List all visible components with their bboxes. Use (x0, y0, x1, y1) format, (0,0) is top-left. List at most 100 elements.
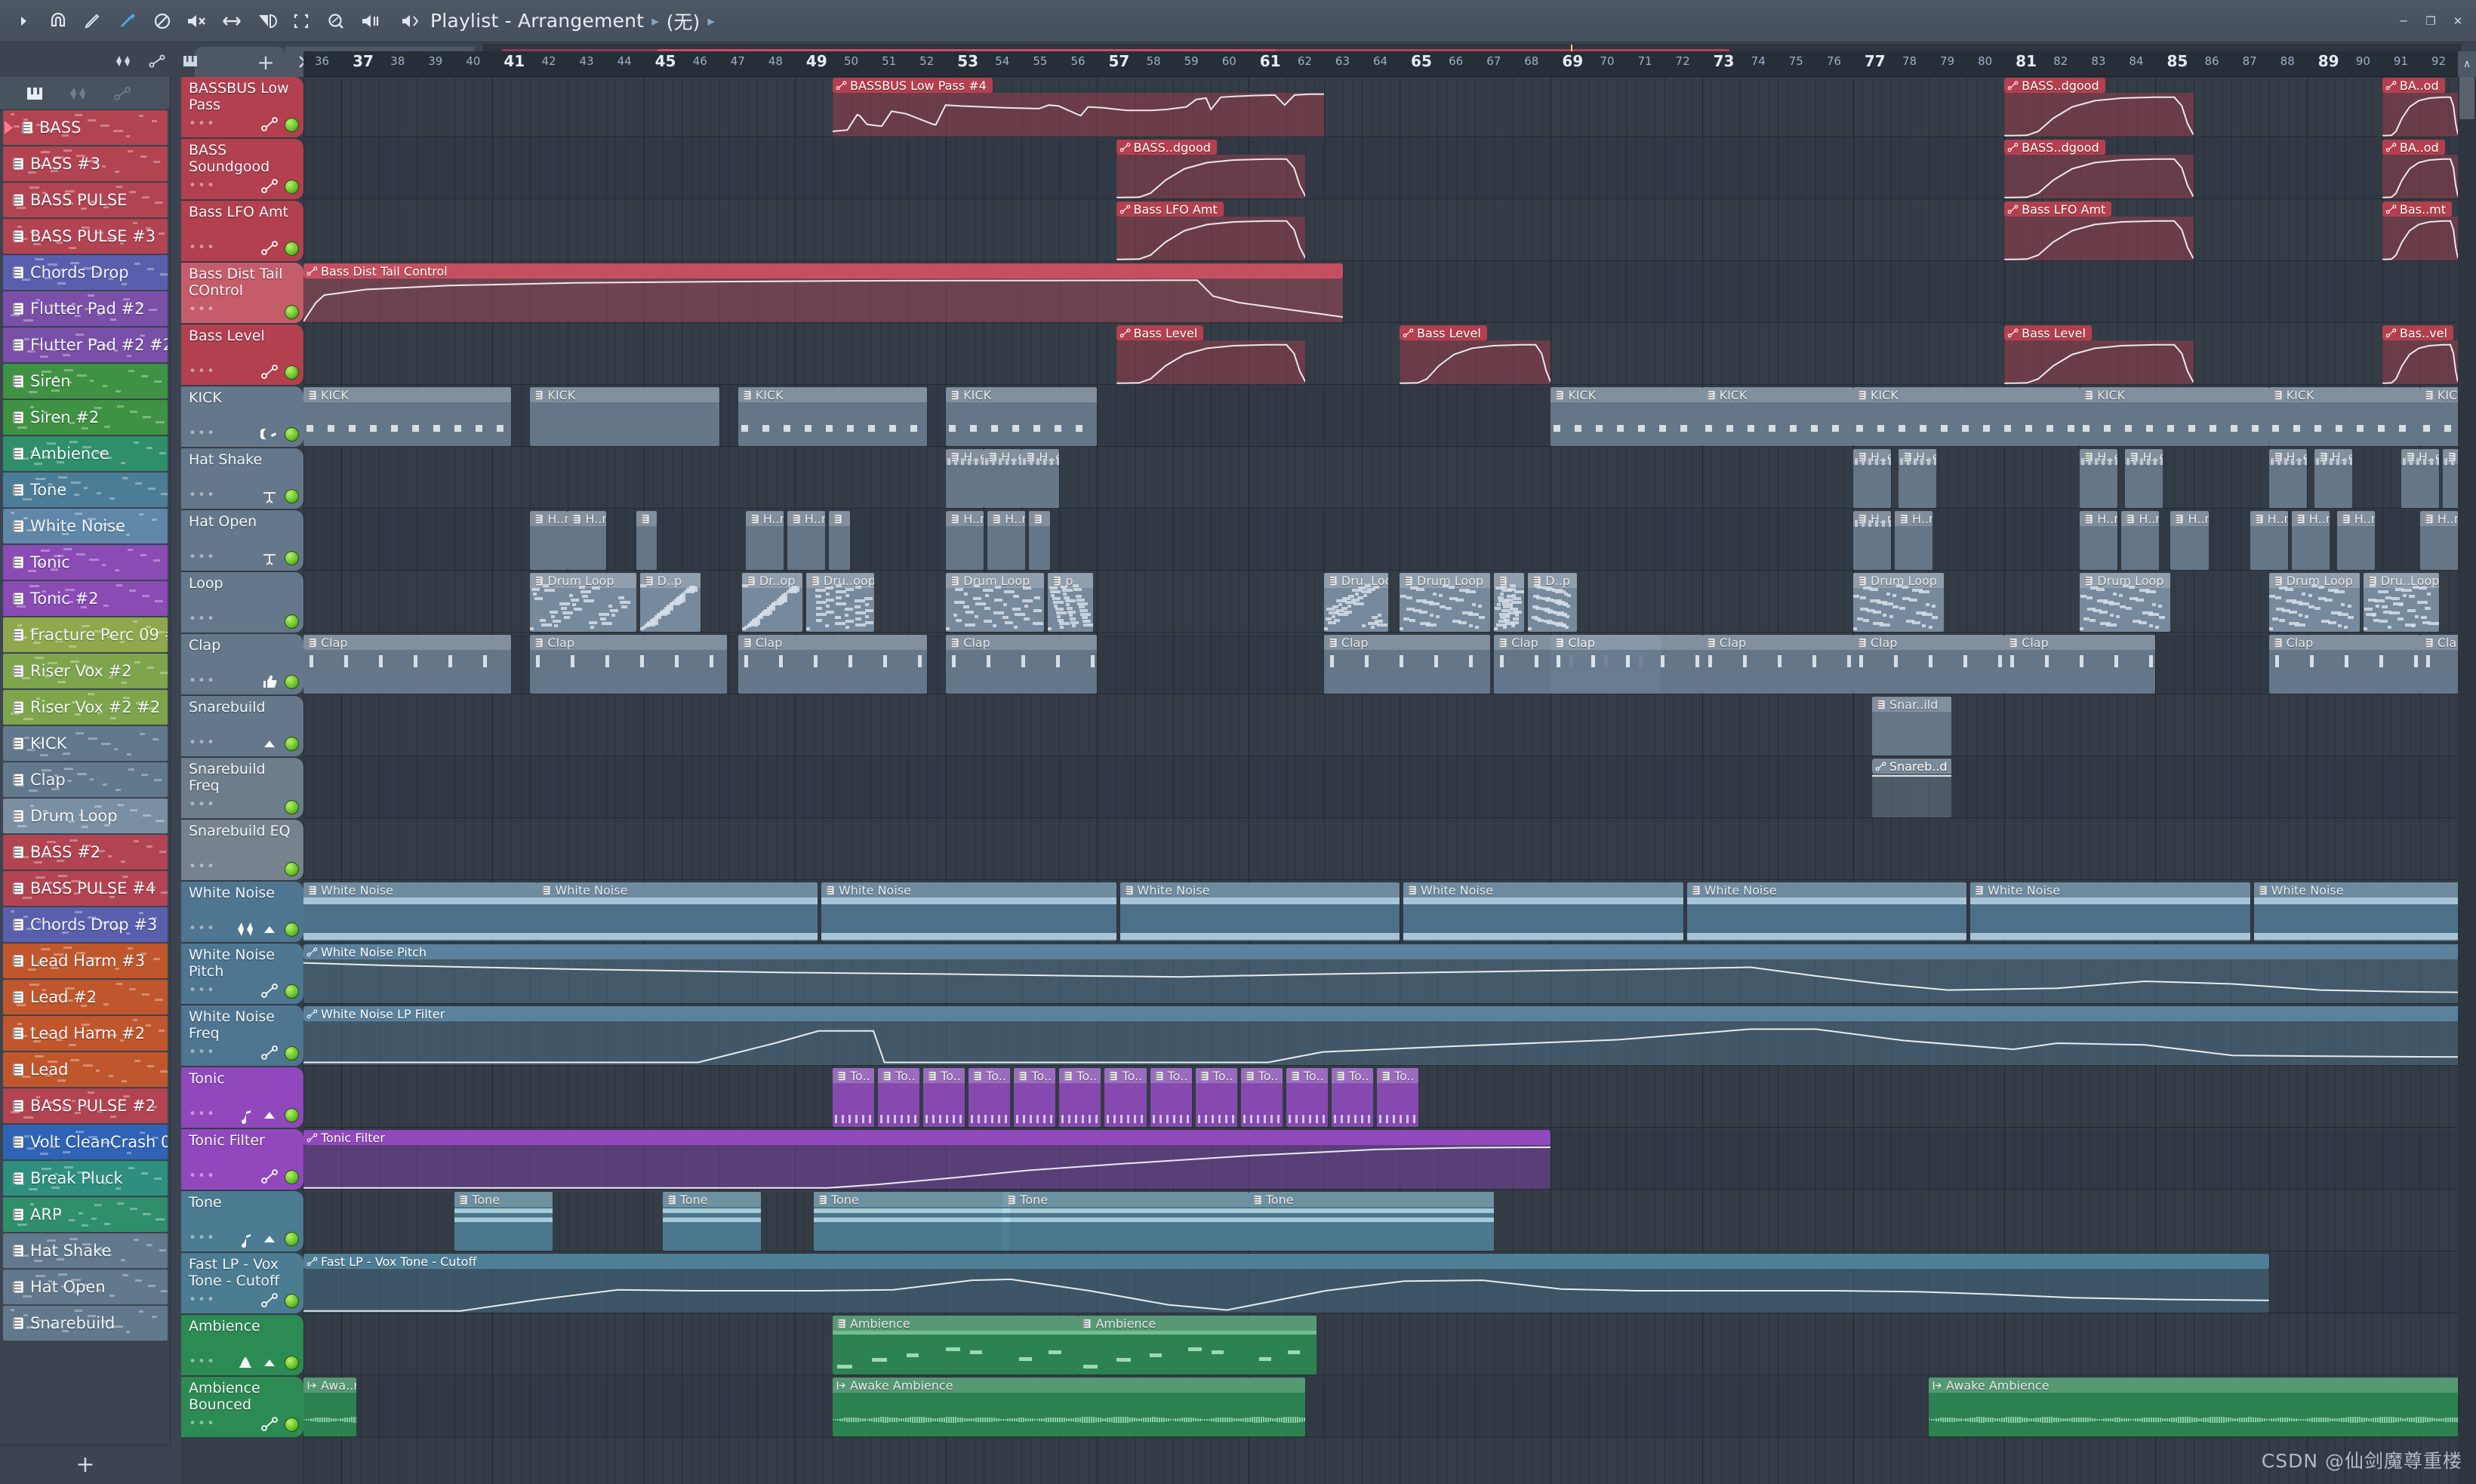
playlist-clip[interactable]: H..e (2268, 449, 2307, 508)
track-menu-dots[interactable]: ••• (189, 1354, 216, 1369)
playlist-clip[interactable]: KICK (946, 387, 1098, 446)
zoom-icon[interactable] (319, 4, 353, 38)
clip-header[interactable]: Clap (2419, 635, 2458, 650)
playlist-clip[interactable]: White Noise (821, 882, 1116, 941)
track-enable-led[interactable] (285, 1417, 299, 1432)
clip-header[interactable]: p (1048, 573, 1094, 588)
playlist-clip[interactable]: Tone (454, 1192, 553, 1251)
clip-header[interactable]: KICK (738, 387, 928, 402)
pattern-item[interactable]: Hat Open (3, 1270, 168, 1304)
playlist-clip[interactable]: Clap (530, 635, 727, 694)
playlist-clip[interactable]: Tone (662, 1192, 761, 1251)
playlist-clip[interactable]: KICK (1551, 387, 1702, 446)
playlist-clip[interactable]: KICK (1852, 387, 2080, 446)
playlist-clip[interactable]: To.. (1286, 1068, 1328, 1127)
track-enable-led[interactable] (285, 1169, 299, 1184)
track-menu-dots[interactable]: ••• (189, 426, 216, 441)
pattern-item[interactable]: Flutter Pad #2 #2 (3, 328, 168, 362)
playlist-clip[interactable]: H..n (568, 511, 606, 570)
track-header[interactable]: Tone ••• (181, 1191, 303, 1252)
track-menu-dots[interactable]: ••• (189, 1416, 216, 1431)
track-header[interactable]: Ambience ••• (181, 1315, 303, 1375)
clip-header[interactable]: KICK (1551, 387, 1702, 402)
playlist-clip[interactable]: Tone (1002, 1192, 1249, 1251)
clip-header[interactable]: To.. (923, 1068, 965, 1083)
clip-header[interactable]: H..n (987, 511, 1026, 526)
pattern-item[interactable]: BASS PULSE #2 (3, 1088, 168, 1123)
clip-header[interactable]: Clap (738, 635, 928, 650)
track-enable-led[interactable] (285, 862, 299, 876)
playlist-clip[interactable]: BASSBUS Low Pass #4 (832, 78, 1324, 137)
clip-header[interactable]: Tone (1002, 1192, 1249, 1207)
clip-header[interactable]: Clap (303, 635, 512, 650)
tab-arrangement[interactable]: + (195, 47, 285, 77)
pattern-item[interactable]: Riser Vox #2 #2 (3, 690, 168, 725)
track-menu-dots[interactable]: ••• (189, 116, 216, 131)
scrollbar-thumb[interactable] (2459, 77, 2474, 119)
track-enable-led[interactable] (285, 550, 299, 565)
clip-header[interactable]: Snareb..d Freq (1871, 759, 1952, 774)
playlist-clip[interactable]: Clap (303, 635, 512, 694)
clip-header[interactable]: H..n (530, 511, 568, 526)
clip-header[interactable]: To.. (1376, 1068, 1419, 1083)
clip-header[interactable]: Clap (2268, 635, 2420, 650)
paint-brush-icon[interactable] (110, 4, 145, 38)
triangle-up-icon[interactable] (260, 1106, 279, 1124)
playlist-clip[interactable]: H..n (745, 511, 784, 570)
automation-icon[interactable] (142, 48, 172, 74)
playlist-clip[interactable]: Bas..mt (2382, 202, 2458, 260)
clip-header[interactable]: Ambience (1078, 1316, 1317, 1331)
clip-header[interactable]: Clap (946, 635, 1098, 650)
playlist-clip[interactable]: Bass Level (2004, 325, 2194, 384)
clip-header[interactable]: Bass Dist Tail Control (303, 263, 1343, 279)
playlist-clip[interactable]: Clap (1551, 635, 1702, 694)
track-header[interactable]: Fast LP - Vox Tone - Cutoff ••• (181, 1253, 303, 1313)
clip-header[interactable]: H..e (2268, 449, 2307, 464)
pattern-item[interactable]: BASS #2 (3, 835, 168, 870)
mute-icon[interactable] (180, 4, 214, 38)
track-menu-dots[interactable]: ••• (189, 364, 216, 379)
triangle-up-icon[interactable] (260, 1353, 279, 1372)
menu-arrow-icon[interactable] (6, 4, 41, 38)
pattern-item[interactable]: Flutter Pad #2 (3, 291, 168, 326)
clip-header[interactable]: White Noise (1686, 882, 1967, 897)
track-menu-dots[interactable]: ••• (189, 178, 216, 193)
clip-header[interactable]: To.. (1014, 1068, 1056, 1083)
playlist-clip[interactable]: Drum Loop (2080, 573, 2171, 632)
track-header[interactable]: Snarebuild Freq ••• (181, 758, 303, 818)
clip-header[interactable]: BA..od (2382, 78, 2445, 93)
clip-header[interactable]: H..e (1021, 449, 1060, 464)
piano-roll-icon[interactable] (175, 48, 205, 74)
playlist-clip[interactable]: White Noise (2253, 882, 2458, 941)
playlist-clip[interactable]: Tonic Filter (303, 1130, 1551, 1189)
automation-icon[interactable] (260, 982, 279, 1000)
clip-header[interactable]: To.. (1059, 1068, 1101, 1083)
playlist-clip[interactable]: To.. (1104, 1068, 1147, 1127)
playlist-clip[interactable]: Awa..nce (303, 1378, 357, 1436)
clip-header[interactable]: White Noise (1119, 882, 1400, 897)
track-header[interactable]: Clap ••• (181, 634, 303, 694)
playlist-clip[interactable]: To.. (1150, 1068, 1192, 1127)
playlist-clip[interactable]: H..e (946, 449, 984, 508)
playlist-clip[interactable]: Clap (2004, 635, 2156, 694)
clip-header[interactable]: KICK (530, 387, 719, 402)
track-header[interactable]: Ambience Bounced ••• (181, 1377, 303, 1437)
automation-icon[interactable] (260, 177, 279, 196)
clip-header[interactable]: H..n (2250, 511, 2288, 526)
pattern-item[interactable]: Snarebuild (3, 1306, 168, 1341)
track-header[interactable]: Tonic ••• (181, 1067, 303, 1128)
playlist-clip[interactable]: Drum Loop (2268, 573, 2360, 632)
playlist-clip[interactable]: H..n (1894, 511, 1933, 570)
playlist-clip[interactable]: Ambience (832, 1316, 1079, 1375)
track-enable-led[interactable] (285, 1231, 299, 1246)
playlist-clip[interactable]: Fast LP - Vox Tone - Cutoff (303, 1254, 2269, 1313)
pattern-item[interactable]: Hat Shake (3, 1233, 168, 1268)
pattern-item[interactable]: Tone (3, 473, 168, 507)
track-header[interactable]: Loop ••• (181, 572, 303, 633)
playlist-clip[interactable]: White Noise (1119, 882, 1400, 941)
clip-header[interactable]: Tonic Filter (303, 1130, 1551, 1145)
playlist-clip[interactable]: White Noise Pitch (303, 944, 2458, 1003)
pattern-item[interactable]: Lead (3, 1052, 168, 1087)
hihat-icon[interactable] (260, 487, 279, 505)
clip-header[interactable]: White Noise LP Filter (303, 1006, 2458, 1021)
